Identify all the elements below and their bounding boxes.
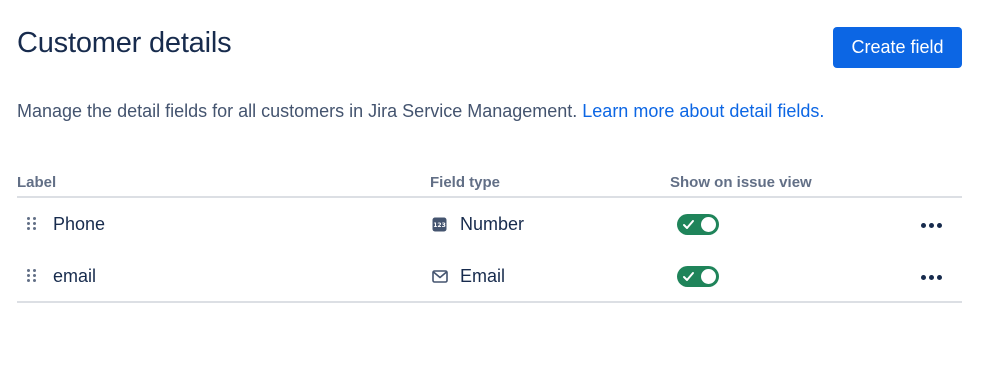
field-type: Number xyxy=(460,214,525,234)
create-field-button[interactable]: Create field xyxy=(833,27,962,68)
more-actions-button[interactable] xyxy=(913,266,949,288)
number-icon: 123 xyxy=(431,216,448,233)
checkmark-icon xyxy=(683,272,694,281)
learn-more-link[interactable]: Learn more about detail fields. xyxy=(582,101,824,121)
toggle-knob xyxy=(701,217,716,232)
field-type: Email xyxy=(460,266,506,286)
column-header-show-on-issue-view[interactable]: Show on issue view xyxy=(670,174,812,191)
detail-fields-table: Label Field type Show on issue view Phon… xyxy=(17,170,962,303)
field-label: Phone xyxy=(53,214,106,234)
svg-text:123: 123 xyxy=(433,222,446,229)
column-header-field-type[interactable]: Field type xyxy=(430,174,500,191)
table-row: Phone 123 Number xyxy=(17,198,962,250)
column-header-label[interactable]: Label xyxy=(17,174,56,191)
show-on-issue-view-toggle[interactable] xyxy=(677,214,719,235)
checkmark-icon xyxy=(683,220,694,229)
description-text: Manage the detail fields for all custome… xyxy=(17,101,583,121)
page-title: Customer details xyxy=(17,27,232,59)
toggle-knob xyxy=(701,269,716,284)
drag-handle-icon[interactable] xyxy=(27,217,37,231)
field-label: email xyxy=(53,266,97,286)
show-on-issue-view-toggle[interactable] xyxy=(677,266,719,287)
table-row: email Email xyxy=(17,250,962,303)
email-icon xyxy=(431,268,448,285)
page-description: Manage the detail fields for all custome… xyxy=(17,101,824,122)
more-actions-button[interactable] xyxy=(913,214,949,236)
table-header: Label Field type Show on issue view xyxy=(17,170,962,198)
drag-handle-icon[interactable] xyxy=(27,269,37,283)
